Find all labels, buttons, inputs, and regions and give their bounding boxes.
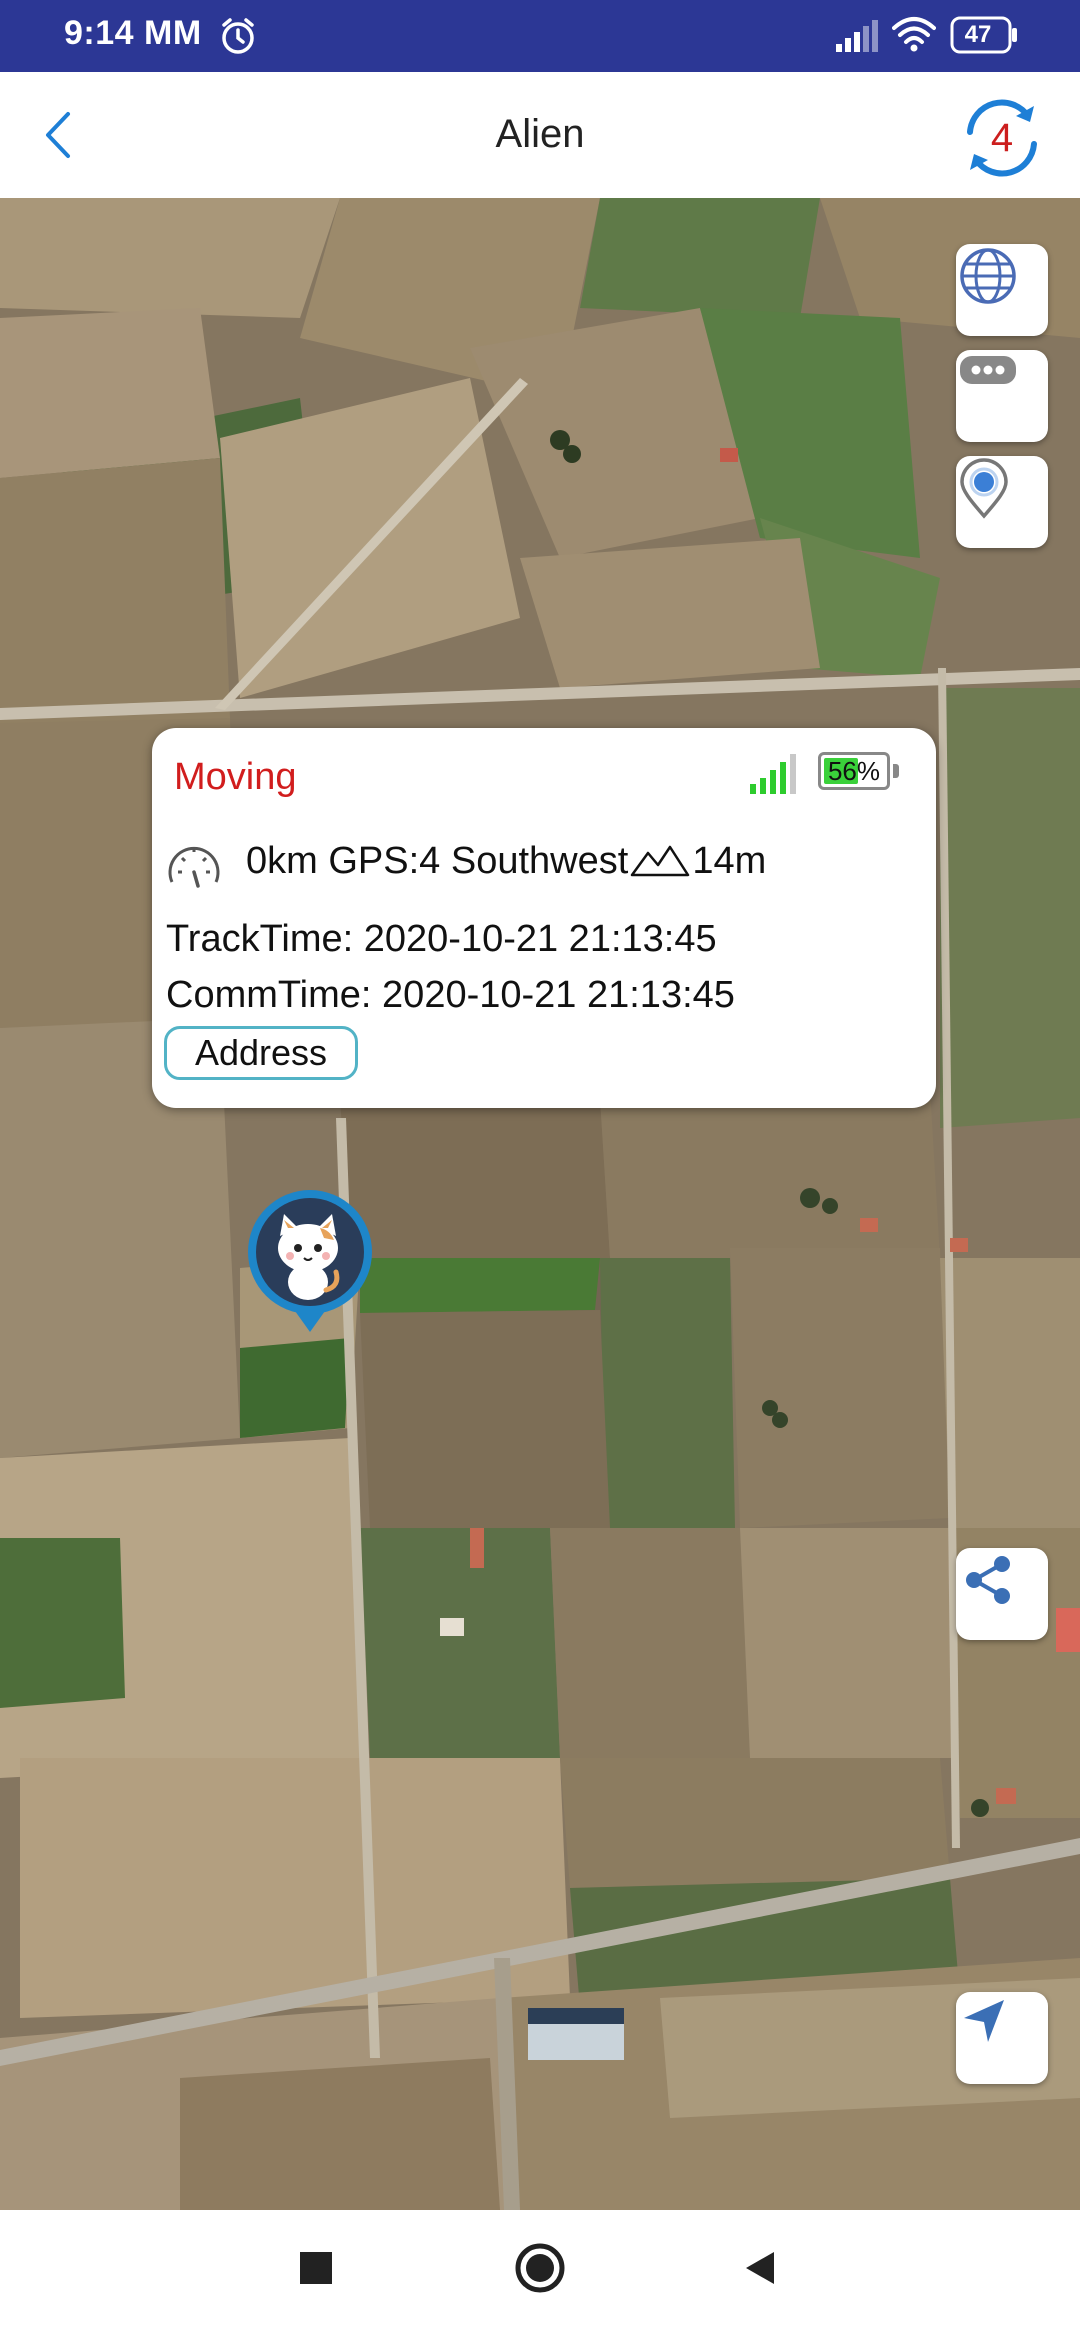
page-title: Alien xyxy=(495,112,585,156)
gps-value: GPS:4 xyxy=(328,840,441,882)
status-bar: 9:14 MM 47 xyxy=(0,0,1080,72)
share-button[interactable] xyxy=(956,1548,1048,1640)
battery-nub xyxy=(893,764,899,778)
triangle-back-icon xyxy=(746,2252,774,2284)
status-time: 9:14 MM xyxy=(64,14,202,52)
track-time-label: TrackTime: xyxy=(166,918,354,960)
navigate-button[interactable] xyxy=(956,1992,1048,2084)
speed-value: 0km xyxy=(246,840,318,882)
gsm-signal-icon xyxy=(748,752,804,801)
comm-time-line: CommTime: 2020-10-21 21:13:45 xyxy=(166,974,735,1017)
device-info-popup: Moving 56% 0km GPS:4 Southwest 14m TrackT… xyxy=(152,728,936,1108)
comm-time-label: CommTime: xyxy=(166,974,372,1016)
globe-icon xyxy=(960,248,1016,304)
location-pin-icon xyxy=(960,458,1008,519)
refresh-countdown: 4 xyxy=(990,116,1014,160)
map-layer-button[interactable] xyxy=(956,244,1048,336)
app-header: Alien 4 xyxy=(0,72,1080,199)
square-icon xyxy=(300,2252,332,2284)
satellite-map[interactable] xyxy=(0,198,1080,2210)
wifi-icon xyxy=(892,16,936,57)
cat-avatar-icon xyxy=(248,1190,372,1332)
device-battery: 56% xyxy=(818,752,890,790)
share-icon xyxy=(966,1556,1010,1604)
more-options-button[interactable] xyxy=(956,350,1048,442)
alarm-icon xyxy=(218,16,258,61)
comm-time-value: 2020-10-21 21:13:45 xyxy=(382,974,735,1016)
speedometer-icon xyxy=(164,838,224,903)
system-nav-bar xyxy=(0,2210,1080,2340)
locate-device-button[interactable] xyxy=(956,456,1048,548)
refresh-button[interactable]: 4 xyxy=(956,92,1048,184)
navigation-arrow-icon xyxy=(964,2000,1004,2042)
device-marker[interactable] xyxy=(244,1186,376,1336)
direction-value: Southwest xyxy=(450,840,629,882)
battery-level: 47 xyxy=(964,21,992,48)
track-time-value: 2020-10-21 21:13:45 xyxy=(363,918,717,960)
altitude-value: 14m xyxy=(692,840,767,882)
more-icon xyxy=(960,356,1016,384)
device-battery-level: 56% xyxy=(827,756,881,786)
address-button[interactable]: Address xyxy=(164,1026,358,1080)
home-circle-icon xyxy=(515,2243,565,2293)
speed-gps-direction-line: 0km GPS:4 Southwest 14m xyxy=(246,840,766,887)
track-time-line: TrackTime: 2020-10-21 21:13:45 xyxy=(166,918,717,961)
home-button[interactable] xyxy=(514,2242,566,2299)
motion-status: Moving xyxy=(174,756,297,798)
mountain-icon xyxy=(630,843,690,887)
back-nav-button[interactable] xyxy=(740,2248,780,2293)
signal-icon xyxy=(836,18,880,59)
recent-apps-button[interactable] xyxy=(296,2248,336,2293)
map-imagery xyxy=(0,198,1080,2210)
